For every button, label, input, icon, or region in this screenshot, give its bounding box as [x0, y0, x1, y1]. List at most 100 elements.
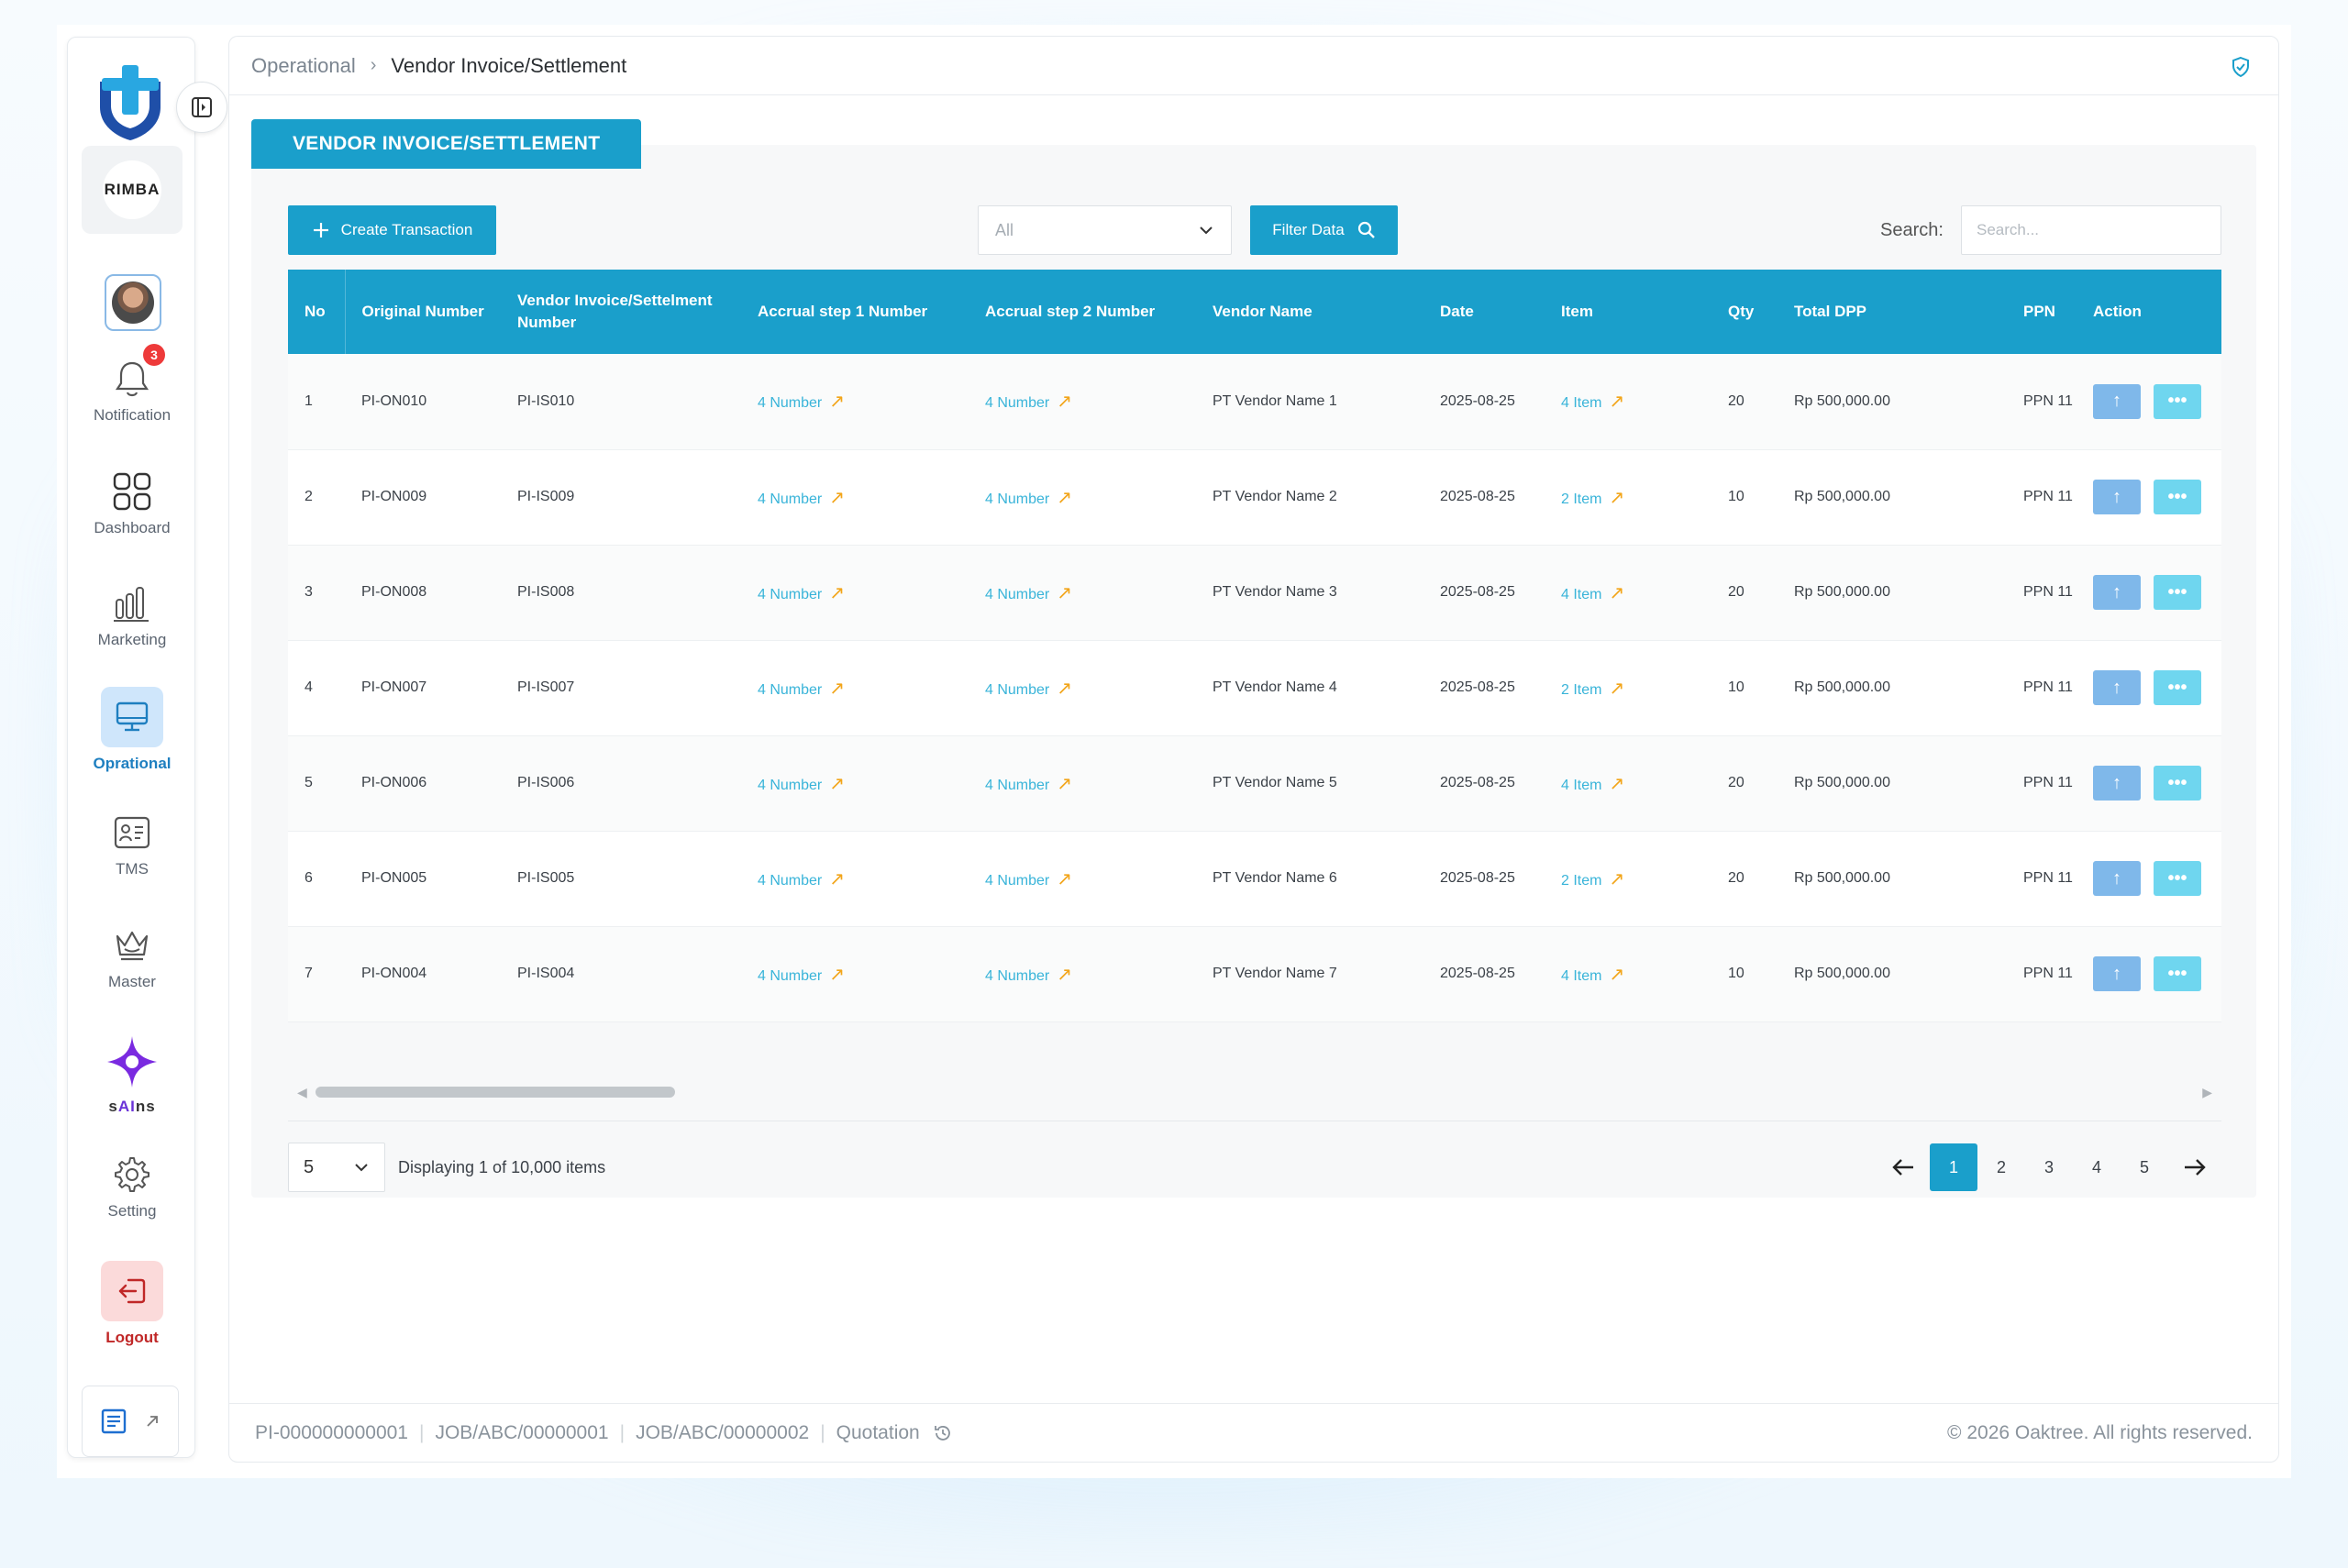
upload-button[interactable]: ↑ [2093, 861, 2141, 896]
more-actions-button[interactable]: ••• [2154, 480, 2201, 514]
cell-item[interactable]: 2 Item ↗ [1545, 640, 1711, 735]
shield-check-icon[interactable] [2231, 56, 2251, 78]
create-transaction-button[interactable]: Create Transaction [288, 205, 496, 255]
more-actions-button[interactable]: ••• [2154, 956, 2201, 991]
user-avatar[interactable] [105, 274, 161, 331]
next-page-button[interactable] [2168, 1143, 2221, 1191]
accrual-1-link[interactable]: 4 Number [758, 682, 822, 698]
external-link-icon[interactable]: ↗ [829, 869, 845, 889]
external-link-icon[interactable]: ↗ [1609, 869, 1624, 889]
search-input[interactable] [1961, 205, 2221, 255]
table-row[interactable]: 3 PI-ON008 PI-IS008 4 Number ↗ 4 Number ↗ PT Ve… [288, 545, 2221, 640]
page-4-button[interactable]: 4 [2073, 1143, 2121, 1191]
header-vendor-invoice-number[interactable]: Vendor Invoice/Settelment Number [501, 270, 741, 354]
scroll-thumb[interactable] [316, 1087, 675, 1098]
footer-link-quotation[interactable]: Quotation [836, 1422, 920, 1444]
sidebar-item-tms[interactable]: TMS [68, 812, 196, 878]
filter-data-button[interactable]: Filter Data [1250, 205, 1398, 255]
accrual-2-link[interactable]: 4 Number [985, 491, 1049, 507]
upload-button[interactable]: ↑ [2093, 480, 2141, 514]
company-brand[interactable]: RIMBA [82, 146, 183, 234]
horizontal-scrollbar[interactable]: ◀ ▶ [288, 1082, 2221, 1100]
cell-accrual-step-2[interactable]: 4 Number ↗ [969, 640, 1196, 735]
cell-item[interactable]: 4 Item ↗ [1545, 926, 1711, 1021]
accrual-2-link[interactable]: 4 Number [985, 968, 1049, 984]
table-row[interactable]: 1 PI-ON010 PI-IS010 4 Number ↗ 4 Number ↗ PT Ve… [288, 354, 2221, 449]
accrual-1-link[interactable]: 4 Number [758, 873, 822, 889]
cell-accrual-step-2[interactable]: 4 Number ↗ [969, 831, 1196, 926]
scroll-right-arrow[interactable]: ▶ [2202, 1085, 2212, 1100]
accrual-2-link[interactable]: 4 Number [985, 587, 1049, 602]
external-link-icon[interactable]: ↗ [829, 583, 845, 603]
cell-accrual-step-2[interactable]: 4 Number ↗ [969, 735, 1196, 831]
item-link[interactable]: 4 Item [1561, 968, 1601, 984]
footer-link-job-2[interactable]: JOB/ABC/00000002 [636, 1422, 809, 1444]
cell-accrual-step-1[interactable]: 4 Number ↗ [741, 354, 969, 449]
cell-accrual-step-1[interactable]: 4 Number ↗ [741, 735, 969, 831]
item-link[interactable]: 2 Item [1561, 682, 1601, 698]
history-icon[interactable] [933, 1423, 953, 1443]
accrual-2-link[interactable]: 4 Number [985, 682, 1049, 698]
prev-page-button[interactable] [1877, 1143, 1930, 1191]
cell-item[interactable]: 4 Item ↗ [1545, 735, 1711, 831]
page-2-button[interactable]: 2 [1977, 1143, 2025, 1191]
cell-accrual-step-2[interactable]: 4 Number ↗ [969, 926, 1196, 1021]
logout-button[interactable]: Logout [68, 1261, 196, 1347]
cell-item[interactable]: 2 Item ↗ [1545, 449, 1711, 545]
cell-accrual-step-1[interactable]: 4 Number ↗ [741, 545, 969, 640]
accrual-1-link[interactable]: 4 Number [758, 968, 822, 984]
header-original-number[interactable]: Original Number [345, 270, 501, 354]
cell-accrual-step-2[interactable]: 4 Number ↗ [969, 545, 1196, 640]
external-link-icon[interactable]: ↗ [829, 965, 845, 985]
external-link-icon[interactable]: ↗ [1057, 965, 1072, 985]
cell-accrual-step-2[interactable]: 4 Number ↗ [969, 354, 1196, 449]
external-link-icon[interactable]: ↗ [1609, 965, 1624, 985]
item-link[interactable]: 4 Item [1561, 778, 1601, 793]
cell-item[interactable]: 4 Item ↗ [1545, 545, 1711, 640]
sidebar-item-sains[interactable]: sAIns [68, 1033, 196, 1116]
footer-link-pi[interactable]: PI-000000000001 [255, 1422, 408, 1444]
accrual-1-link[interactable]: 4 Number [758, 587, 822, 602]
accrual-2-link[interactable]: 4 Number [985, 873, 1049, 889]
item-link[interactable]: 4 Item [1561, 395, 1601, 411]
external-link-icon[interactable]: ↗ [1609, 583, 1624, 603]
sidebar-item-master[interactable]: Master [68, 925, 196, 991]
footer-link-job-1[interactable]: JOB/ABC/00000001 [435, 1422, 608, 1444]
table-row[interactable]: 7 PI-ON004 PI-IS004 4 Number ↗ 4 Number ↗ PT Ve… [288, 926, 2221, 1021]
sidebar-item-setting[interactable]: Setting [68, 1154, 196, 1220]
header-qty[interactable]: Qty [1711, 270, 1778, 354]
upload-button[interactable]: ↑ [2093, 383, 2141, 419]
external-link-icon[interactable]: ↗ [1057, 679, 1072, 699]
more-actions-button[interactable]: ••• [2154, 383, 2201, 419]
cell-item[interactable]: 4 Item ↗ [1545, 354, 1711, 449]
external-link-icon[interactable]: ↗ [1609, 679, 1624, 699]
item-link[interactable]: 2 Item [1561, 873, 1601, 889]
header-item[interactable]: Item [1545, 270, 1711, 354]
cell-accrual-step-2[interactable]: 4 Number ↗ [969, 449, 1196, 545]
accrual-1-link[interactable]: 4 Number [758, 395, 822, 411]
external-link-icon[interactable]: ↗ [1609, 392, 1624, 412]
accrual-2-link[interactable]: 4 Number [985, 395, 1049, 411]
external-link-icon[interactable]: ↗ [1057, 869, 1072, 889]
accrual-1-link[interactable]: 4 Number [758, 778, 822, 793]
upload-button[interactable]: ↑ [2093, 670, 2141, 705]
item-link[interactable]: 2 Item [1561, 491, 1601, 507]
upload-button[interactable]: ↑ [2093, 766, 2141, 801]
table-row[interactable]: 5 PI-ON006 PI-IS006 4 Number ↗ 4 Number ↗ PT Ve… [288, 735, 2221, 831]
sidebar-collapse-button[interactable] [176, 82, 227, 133]
sidebar-item-dashboard[interactable]: Dashboard [68, 471, 196, 537]
header-date[interactable]: Date [1423, 270, 1545, 354]
sidebar-item-marketing[interactable]: Marketing [68, 583, 196, 649]
more-actions-button[interactable]: ••• [2154, 766, 2201, 801]
external-link-icon[interactable]: ↗ [1057, 392, 1072, 412]
external-link-icon[interactable]: ↗ [1057, 583, 1072, 603]
header-no[interactable]: No [288, 270, 346, 354]
accrual-1-link[interactable]: 4 Number [758, 491, 822, 507]
table-row[interactable]: 6 PI-ON005 PI-IS005 4 Number ↗ 4 Number ↗ PT Ve… [288, 831, 2221, 926]
external-link-icon[interactable]: ↗ [1057, 774, 1072, 794]
header-ppn[interactable]: PPN [2007, 270, 2077, 354]
header-accrual-step-1[interactable]: Accrual step 1 Number [741, 270, 969, 354]
accrual-2-link[interactable]: 4 Number [985, 778, 1049, 793]
sidebar-item-notification[interactable]: 3 Notification [68, 344, 196, 425]
upload-button[interactable]: ↑ [2093, 956, 2141, 991]
